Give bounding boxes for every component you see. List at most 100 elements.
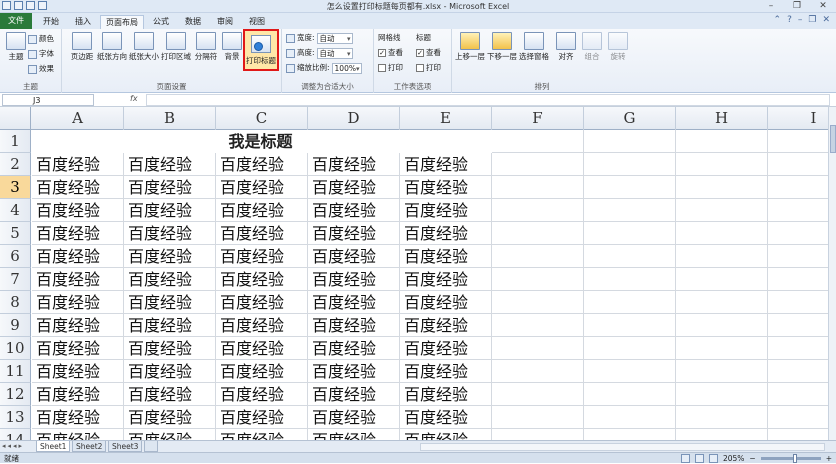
cell-F5[interactable] [492, 222, 584, 245]
cell-H8[interactable] [676, 291, 768, 314]
cell-C4[interactable]: 百度经验 [216, 199, 308, 222]
cell-B3[interactable]: 百度经验 [124, 176, 216, 199]
cell-E8[interactable]: 百度经验 [400, 291, 492, 314]
cell-H5[interactable] [676, 222, 768, 245]
cell-I5[interactable] [768, 222, 828, 245]
close-button[interactable]: ✕ [810, 0, 836, 12]
cell-D3[interactable]: 百度经验 [308, 176, 400, 199]
column-header-F[interactable]: F [492, 107, 584, 130]
bring-forward-button[interactable]: 上移一层 [455, 32, 485, 76]
tab-formulas[interactable]: 公式 [148, 15, 174, 29]
row-header-2[interactable]: 2 [0, 153, 31, 176]
cell[interactable] [768, 130, 828, 153]
sheet-tab-3[interactable]: Sheet3 [108, 441, 143, 452]
cell-I2[interactable] [768, 153, 828, 176]
cell-E9[interactable]: 百度经验 [400, 314, 492, 337]
gridlines-view-checkbox[interactable]: ✓ 查看 [378, 47, 403, 59]
row-header-10[interactable]: 10 [0, 337, 31, 360]
cell-A5[interactable]: 百度经验 [32, 222, 124, 245]
scroll-thumb[interactable] [830, 125, 836, 153]
row-header-13[interactable]: 13 [0, 406, 31, 429]
cell-F10[interactable] [492, 337, 584, 360]
cell-H12[interactable] [676, 383, 768, 406]
cell-B5[interactable]: 百度经验 [124, 222, 216, 245]
headings-print-checkbox[interactable]: 打印 [416, 62, 441, 74]
row-header-1[interactable]: 1 [0, 130, 31, 153]
tab-file[interactable]: 文件 [0, 13, 32, 29]
cell-D8[interactable]: 百度经验 [308, 291, 400, 314]
headings-view-checkbox[interactable]: ✓ 查看 [416, 47, 441, 59]
cell-E6[interactable]: 百度经验 [400, 245, 492, 268]
cell-D12[interactable]: 百度经验 [308, 383, 400, 406]
cell-title-merged[interactable]: 我是标题 [32, 130, 489, 153]
cell[interactable] [676, 130, 768, 153]
zoom-in-button[interactable]: + [826, 453, 832, 464]
cell-F12[interactable] [492, 383, 584, 406]
cell-H10[interactable] [676, 337, 768, 360]
name-box[interactable]: J3 [2, 94, 94, 106]
cell-A10[interactable]: 百度经验 [32, 337, 124, 360]
cell-B4[interactable]: 百度经验 [124, 199, 216, 222]
cell-I13[interactable] [768, 406, 828, 429]
send-backward-button[interactable]: 下移一层 [487, 32, 517, 76]
cell-G6[interactable] [584, 245, 676, 268]
cell-I8[interactable] [768, 291, 828, 314]
print-titles-button[interactable]: 打印标题 [243, 29, 279, 71]
cell-D2[interactable]: 百度经验 [308, 153, 400, 176]
row-header-11[interactable]: 11 [0, 360, 31, 383]
cell-G14[interactable] [584, 429, 676, 440]
cell-B11[interactable]: 百度经验 [124, 360, 216, 383]
cell-H7[interactable] [676, 268, 768, 291]
cell-D4[interactable]: 百度经验 [308, 199, 400, 222]
height-control[interactable]: 高度: 自动 [286, 47, 353, 59]
selection-pane-button[interactable]: 选择窗格 [519, 32, 549, 76]
cell-D11[interactable]: 百度经验 [308, 360, 400, 383]
cell-A6[interactable]: 百度经验 [32, 245, 124, 268]
cell-E14[interactable]: 百度经验 [400, 429, 492, 440]
column-header-I[interactable]: I [768, 107, 828, 130]
cell-H3[interactable] [676, 176, 768, 199]
orientation-button[interactable]: 纸张方向 [97, 32, 127, 76]
view-pagebreak-icon[interactable] [708, 454, 718, 463]
cell-H9[interactable] [676, 314, 768, 337]
sheet-tab-2[interactable]: Sheet2 [72, 441, 107, 452]
row-header-14[interactable]: 14 [0, 429, 31, 440]
cell-F6[interactable] [492, 245, 584, 268]
cell-E10[interactable]: 百度经验 [400, 337, 492, 360]
tab-insert[interactable]: 插入 [70, 15, 96, 29]
cell-G13[interactable] [584, 406, 676, 429]
cell-C2[interactable]: 百度经验 [216, 153, 308, 176]
scale-control[interactable]: 缩放比例: 100% [286, 62, 362, 74]
column-header-A[interactable]: A [32, 107, 124, 130]
cell-E5[interactable]: 百度经验 [400, 222, 492, 245]
rotate-button[interactable]: 旋转 [604, 32, 632, 76]
cell-G2[interactable] [584, 153, 676, 176]
vertical-scrollbar[interactable] [828, 107, 836, 440]
cell-F14[interactable] [492, 429, 584, 440]
cell-E3[interactable]: 百度经验 [400, 176, 492, 199]
cell-G4[interactable] [584, 199, 676, 222]
row-header-12[interactable]: 12 [0, 383, 31, 406]
cell-D5[interactable]: 百度经验 [308, 222, 400, 245]
cell-D7[interactable]: 百度经验 [308, 268, 400, 291]
cell-F7[interactable] [492, 268, 584, 291]
minimize-button[interactable]: – [758, 0, 784, 12]
cell-C7[interactable]: 百度经验 [216, 268, 308, 291]
theme-colors-button[interactable]: 颜色 [28, 33, 54, 45]
cell-H4[interactable] [676, 199, 768, 222]
zoom-slider[interactable] [760, 454, 821, 463]
cell-C13[interactable]: 百度经验 [216, 406, 308, 429]
cell-A7[interactable]: 百度经验 [32, 268, 124, 291]
cell-E11[interactable]: 百度经验 [400, 360, 492, 383]
cell-F8[interactable] [492, 291, 584, 314]
cell-C14[interactable]: 百度经验 [216, 429, 308, 440]
cell-I3[interactable] [768, 176, 828, 199]
cell-E4[interactable]: 百度经验 [400, 199, 492, 222]
cell-D13[interactable]: 百度经验 [308, 406, 400, 429]
cell-C11[interactable]: 百度经验 [216, 360, 308, 383]
cell-A12[interactable]: 百度经验 [32, 383, 124, 406]
cell-F13[interactable] [492, 406, 584, 429]
sheet-nav-icon[interactable]: ◂◂◂▸ [2, 442, 24, 450]
doc-close-icon[interactable]: ✕ [822, 15, 830, 25]
row-header-5[interactable]: 5 [0, 222, 31, 245]
